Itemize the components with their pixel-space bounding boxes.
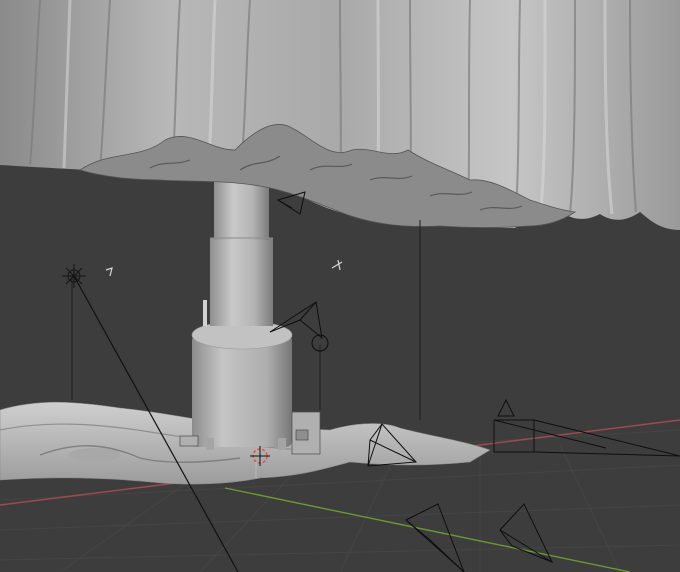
light-object[interactable] bbox=[62, 264, 86, 288]
3d-viewport[interactable] bbox=[0, 0, 680, 572]
viewport-canvas[interactable] bbox=[0, 0, 680, 572]
column-tower-mesh[interactable] bbox=[210, 180, 273, 326]
terrain-hollow bbox=[69, 448, 121, 462]
camera-object[interactable] bbox=[499, 503, 554, 563]
light-small-icon[interactable] bbox=[331, 259, 343, 271]
light-small-icon[interactable] bbox=[105, 267, 113, 277]
camera-object[interactable] bbox=[493, 398, 680, 457]
curtain-cloth-mesh[interactable] bbox=[0, 0, 680, 230]
y-axis-line bbox=[224, 487, 631, 572]
